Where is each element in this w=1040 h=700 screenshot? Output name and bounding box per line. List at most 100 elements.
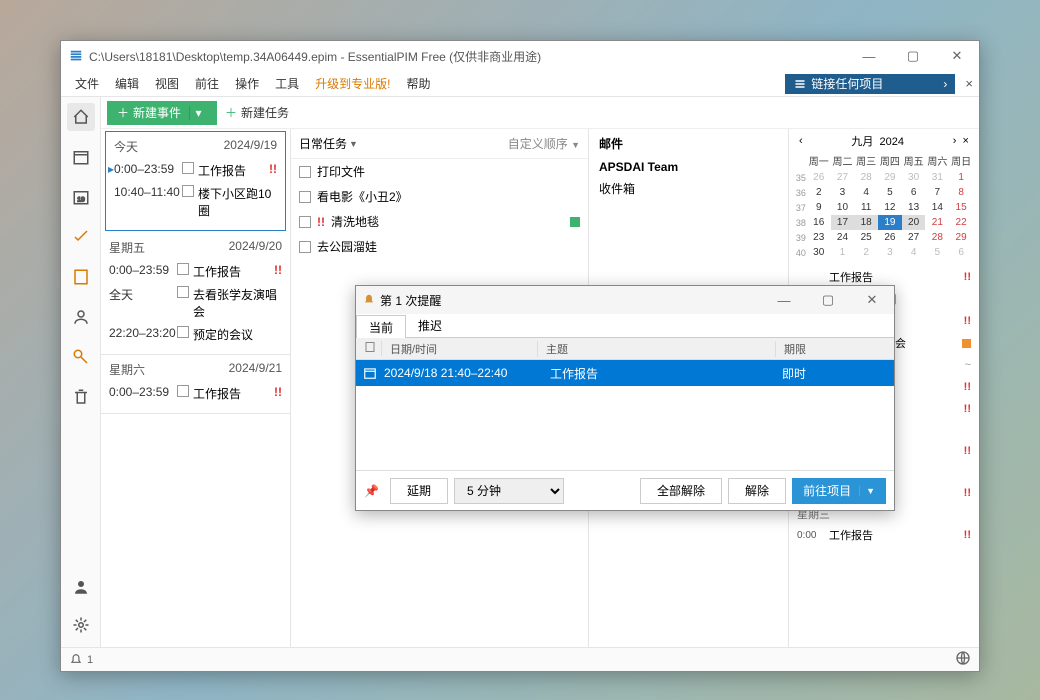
agenda-event[interactable]: ▸0:00–23:59工作报告!! — [114, 159, 277, 182]
cal-day[interactable]: 13 — [902, 200, 926, 215]
cal-day[interactable]: 9 — [807, 200, 831, 215]
cal-day[interactable]: 3 — [831, 185, 855, 200]
tab-current[interactable]: 当前 — [356, 315, 406, 338]
tab-snoozed[interactable]: 推迟 — [406, 314, 454, 337]
cal-day[interactable]: 29 — [949, 230, 973, 245]
cal-day[interactable]: 1 — [949, 170, 973, 185]
nav-passwords-icon[interactable] — [67, 343, 95, 371]
cal-day[interactable]: 2 — [854, 245, 878, 260]
nav-trash-icon[interactable] — [67, 383, 95, 411]
bell-icon[interactable] — [69, 653, 83, 667]
cal-day[interactable]: 28 — [925, 230, 949, 245]
cal-prev-icon[interactable]: ‹ — [799, 135, 803, 147]
event-checkbox[interactable] — [182, 162, 194, 174]
event-checkbox[interactable] — [177, 385, 189, 397]
event-checkbox[interactable] — [177, 263, 189, 275]
cal-day[interactable]: 25 — [854, 230, 878, 245]
cal-day[interactable]: 5 — [878, 185, 902, 200]
tasks-dropdown-icon[interactable]: ▼ — [349, 139, 358, 149]
event-checkbox[interactable] — [177, 286, 189, 298]
menu-view[interactable]: 视图 — [147, 71, 187, 96]
cal-day[interactable]: 11 — [854, 200, 878, 215]
cal-day[interactable]: 26 — [878, 230, 902, 245]
upcoming-event[interactable]: 0:00工作报告!! — [793, 524, 975, 546]
col-due[interactable]: 期限 — [776, 341, 894, 357]
dismiss-button[interactable]: 解除 — [728, 478, 786, 504]
reminder-titlebar[interactable]: 第 1 次提醒 — ▢ ✕ — [356, 286, 894, 314]
cal-day[interactable]: 8 — [949, 185, 973, 200]
agenda-event[interactable]: 0:00–23:59工作报告!! — [109, 382, 282, 405]
menu-goto[interactable]: 前往 — [187, 71, 227, 96]
cal-day[interactable]: 3 — [878, 245, 902, 260]
cal-day[interactable]: 7 — [925, 185, 949, 200]
reminder-close-button[interactable]: ✕ — [850, 285, 894, 315]
mail-inbox[interactable]: 收件箱 — [599, 180, 778, 197]
nav-today-icon[interactable] — [67, 103, 95, 131]
mail-team[interactable]: APSDAI Team — [599, 160, 778, 174]
tasks-sort[interactable]: 自定义顺序 ▼ — [508, 135, 580, 152]
menu-edit[interactable]: 编辑 — [107, 71, 147, 96]
cal-day[interactable]: 4 — [902, 245, 926, 260]
nav-date-icon[interactable]: 19 — [67, 183, 95, 211]
cal-day[interactable]: 5 — [925, 245, 949, 260]
task-row[interactable]: 去公园溜娃 — [291, 234, 588, 259]
menu-file[interactable]: 文件 — [67, 71, 107, 96]
delay-button[interactable]: 延期 — [390, 478, 448, 504]
link-any-item[interactable]: 链接任何项目 › — [785, 74, 955, 94]
reminder-max-button[interactable]: ▢ — [806, 285, 850, 315]
goto-button[interactable]: 前往项目▼ — [792, 478, 886, 504]
col-datetime[interactable]: 日期/时间 — [382, 341, 538, 357]
maximize-button[interactable]: ▢ — [891, 41, 935, 71]
reminder-row[interactable]: 2024/9/18 21:40–22:40 工作报告 即时 — [356, 360, 894, 386]
nav-contacts-icon[interactable] — [67, 303, 95, 331]
cal-day[interactable]: 6 — [902, 185, 926, 200]
cal-day[interactable]: 1 — [831, 245, 855, 260]
dismiss-all-button[interactable]: 全部解除 — [640, 478, 722, 504]
cal-day[interactable]: 2 — [807, 185, 831, 200]
snooze-select[interactable]: 5 分钟 — [454, 478, 564, 504]
agenda-event[interactable]: 10:40–11:40楼下小区跑10圈 — [114, 182, 277, 222]
cal-day[interactable]: 16 — [807, 215, 831, 230]
nav-notes-icon[interactable] — [67, 263, 95, 291]
task-checkbox[interactable] — [299, 241, 311, 253]
cal-day[interactable]: 17 — [831, 215, 855, 230]
nav-tasks-icon[interactable] — [67, 223, 95, 251]
cal-next-icon[interactable]: › — [953, 135, 957, 147]
cal-day[interactable]: 31 — [925, 170, 949, 185]
globe-icon[interactable] — [955, 650, 971, 669]
col-subject[interactable]: 主题 — [538, 341, 776, 357]
new-event-button[interactable]: ＋新建事件▾ — [107, 101, 217, 125]
cal-day[interactable]: 10 — [831, 200, 855, 215]
nav-calendar-icon[interactable] — [67, 143, 95, 171]
cal-day[interactable]: 27 — [902, 230, 926, 245]
cal-day[interactable]: 21 — [925, 215, 949, 230]
tasks-title[interactable]: 日常任务 — [299, 135, 347, 152]
reminder-min-button[interactable]: — — [762, 285, 806, 315]
task-row[interactable]: 看电影《小丑2》 — [291, 184, 588, 209]
task-checkbox[interactable] — [299, 191, 311, 203]
cal-day[interactable]: 22 — [949, 215, 973, 230]
cal-day[interactable]: 18 — [854, 215, 878, 230]
cal-day[interactable]: 24 — [831, 230, 855, 245]
mini-calendar[interactable]: ‹ 九月 2024 › × 周一周二周三周四周五周六周日352627282930… — [789, 129, 979, 266]
cal-day[interactable]: 20 — [902, 215, 926, 230]
cal-day[interactable]: 28 — [854, 170, 878, 185]
cal-close-icon[interactable]: × — [963, 135, 969, 147]
cal-day[interactable]: 23 — [807, 230, 831, 245]
task-checkbox[interactable] — [299, 166, 311, 178]
nav-user-icon[interactable] — [67, 573, 95, 601]
cal-day[interactable]: 12 — [878, 200, 902, 215]
event-checkbox[interactable] — [177, 326, 189, 338]
cal-day[interactable]: 14 — [925, 200, 949, 215]
cal-day[interactable]: 29 — [878, 170, 902, 185]
task-checkbox[interactable] — [299, 216, 311, 228]
menu-tools[interactable]: 工具 — [267, 71, 307, 96]
menu-action[interactable]: 操作 — [227, 71, 267, 96]
menu-upgrade[interactable]: 升级到专业版! — [307, 71, 398, 96]
cal-day[interactable]: 19 — [878, 215, 902, 230]
agenda-event[interactable]: 全天去看张学友演唱会 — [109, 283, 282, 323]
linkbar-close[interactable]: × — [959, 76, 979, 91]
event-checkbox[interactable] — [182, 185, 194, 197]
task-row[interactable]: !!清洗地毯 — [291, 209, 588, 234]
nav-settings-icon[interactable] — [67, 611, 95, 639]
